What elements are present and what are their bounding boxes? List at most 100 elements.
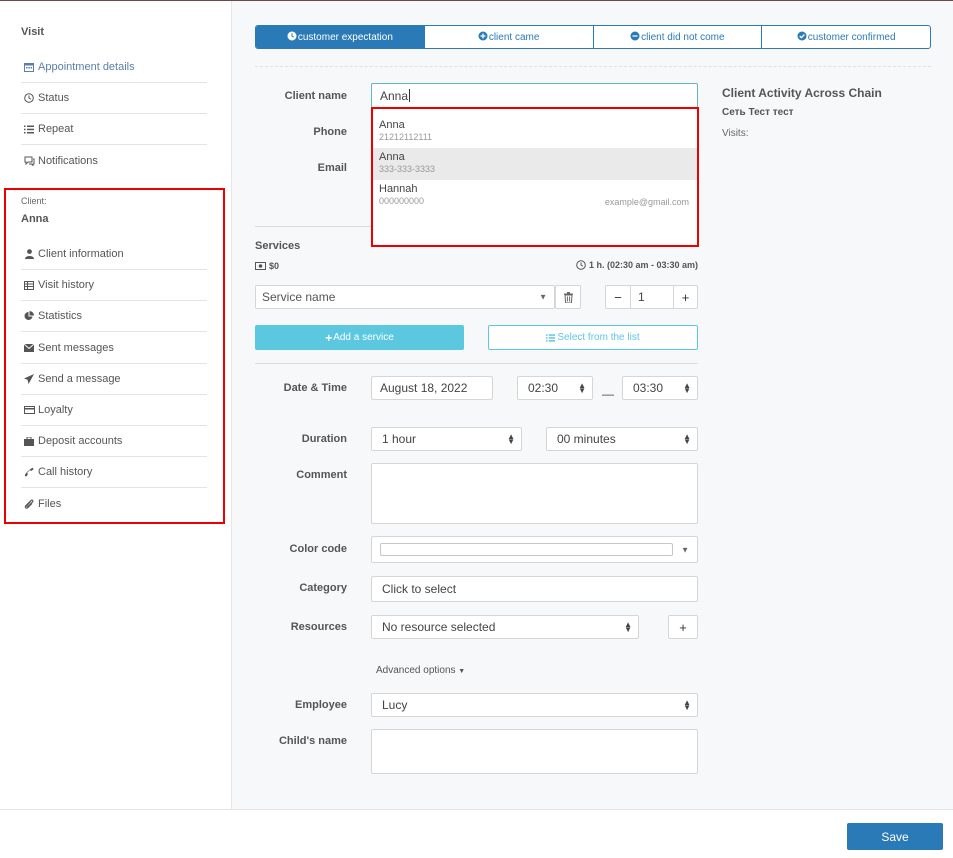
comment-label: Comment (296, 469, 347, 481)
suggestion-item[interactable]: Anna 333-333-3333 (373, 148, 697, 180)
activity-visits: Visits: (722, 128, 749, 139)
sidebar-title: Visit (21, 26, 45, 38)
quantity-input[interactable]: 1 (630, 285, 674, 309)
sidebar-item-client-information[interactable]: Client information (21, 239, 207, 270)
time-end-select[interactable]: 03:30 ▲ ▼ (622, 376, 698, 400)
time-separator: — (602, 387, 614, 401)
category-select[interactable]: Click to select (371, 576, 698, 602)
child-name-label: Child's name (278, 735, 347, 747)
sidebar-item-appointment-details[interactable]: Appointment details (21, 52, 207, 83)
clock-icon (287, 31, 297, 44)
sidebar-item-label: Notifications (38, 154, 98, 167)
datetime-label: Date & Time (283, 382, 347, 394)
sidebar-item-send-message[interactable]: Send a message (21, 364, 207, 395)
select-arrows-icon: ▲ ▼ (507, 432, 515, 446)
resources-value: No resource selected (382, 620, 496, 634)
quantity-decrease-button[interactable]: − (605, 285, 631, 309)
select-arrows-icon: ▲ ▼ (683, 432, 691, 446)
duration-hours-value: 1 hour (382, 432, 417, 446)
category-label: Category (299, 582, 347, 594)
plus-icon: + (679, 619, 687, 635)
tab-label: client did not come (641, 31, 725, 43)
sidebar-item-sent-messages[interactable]: Sent messages (21, 333, 207, 364)
delete-service-button[interactable] (555, 285, 581, 309)
color-code-label: Color code (289, 543, 347, 555)
client-name: Anna (21, 213, 49, 225)
advanced-options-label: Advanced options (376, 665, 456, 676)
duration-minutes-select[interactable]: 00 minutes ▲ ▼ (546, 427, 698, 451)
tab-customer-confirmed[interactable]: customer confirmed (762, 26, 930, 48)
date-input[interactable]: August 18, 2022 (371, 376, 493, 400)
clock-icon (21, 93, 37, 103)
add-resource-button[interactable]: + (668, 615, 698, 639)
client-name-label: Client name (284, 90, 347, 102)
time-start-value: 02:30 (528, 381, 559, 395)
plus-icon: + (681, 289, 690, 305)
sidebar-item-label: Send a message (38, 373, 121, 385)
resources-select[interactable]: No resource selected ▲ ▼ (371, 615, 639, 639)
list-icon (21, 125, 37, 134)
select-arrows-icon: ▲ ▼ (683, 381, 691, 395)
select-arrows-icon: ▲ ▼ (578, 381, 586, 395)
money-icon (255, 262, 266, 270)
sidebar-item-visit-history[interactable]: Visit history (21, 270, 207, 301)
sidebar-item-notifications[interactable]: Notifications (21, 145, 207, 176)
suggestion-item[interactable]: Hannah 000000000 example@gmail.com (373, 180, 697, 212)
chevron-down-icon: ▼ (539, 292, 547, 302)
plus-circle-icon (478, 31, 488, 44)
sidebar-item-label: Files (38, 497, 62, 510)
email-label: Email (317, 162, 347, 174)
select-from-list-button[interactable]: Select from the list (488, 325, 698, 350)
sidebar-item-call-history[interactable]: Call history (21, 457, 207, 488)
trash-icon (563, 291, 573, 303)
suggestion-item[interactable]: Anna 21212112111 (373, 116, 697, 148)
tab-label: customer confirmed (807, 31, 896, 43)
plus-icon: + (325, 330, 333, 345)
phone-icon (21, 467, 37, 477)
sidebar-item-statistics[interactable]: Statistics (21, 301, 207, 332)
suggestion-phone: 21212112111 (379, 132, 433, 142)
services-duration: 1 h. (02:30 am - 03:30 am) (576, 260, 698, 270)
user-icon (21, 249, 37, 259)
paperclip-icon (21, 499, 37, 509)
date-value: August 18, 2022 (380, 381, 468, 395)
time-end-value: 03:30 (633, 381, 664, 395)
sidebar-item-deposit-accounts[interactable]: Deposit accounts (21, 426, 207, 457)
client-name-input[interactable]: Anna (371, 83, 698, 108)
quantity-value: 1 (638, 290, 645, 304)
advanced-options-toggle[interactable]: Advanced options ▼ (376, 665, 465, 676)
comment-textarea[interactable] (371, 463, 698, 524)
quantity-increase-button[interactable]: + (673, 285, 698, 309)
suggestion-name: Hannah (379, 183, 418, 195)
employee-value: Lucy (382, 698, 408, 712)
divider (255, 66, 931, 67)
duration-value: 1 h. (02:30 am - 03:30 am) (588, 260, 698, 270)
duration-hours-select[interactable]: 1 hour ▲ ▼ (371, 427, 522, 451)
sidebar-item-label: Deposit accounts (38, 435, 123, 447)
divider (255, 363, 698, 364)
sidebar-item-files[interactable]: Files (21, 488, 207, 519)
add-service-button[interactable]: + Add a service (255, 325, 464, 350)
table-icon (21, 280, 37, 290)
tab-client-did-not-come[interactable]: client did not come (594, 26, 763, 48)
service-name-placeholder: Service name (262, 290, 336, 304)
sidebar-item-loyalty[interactable]: Loyalty (21, 395, 207, 426)
sidebar-item-repeat[interactable]: Repeat (21, 114, 207, 145)
envelope-icon (21, 344, 37, 352)
client-suggestions-dropdown: Anna 21212112111 Anna 333-333-3333 Hanna… (371, 107, 699, 247)
sidebar-item-label: Call history (38, 466, 93, 478)
chat-icon (21, 156, 37, 166)
child-name-textarea[interactable] (371, 729, 698, 774)
sidebar-item-status[interactable]: Status (21, 83, 207, 114)
sidebar-item-label: Sent messages (38, 342, 114, 354)
phone-label: Phone (313, 126, 347, 138)
time-start-select[interactable]: 02:30 ▲ ▼ (517, 376, 593, 400)
client-label: Client: (21, 196, 47, 206)
service-name-select[interactable]: Service name ▼ (255, 285, 555, 309)
status-tabs: customer expectation client came client … (255, 25, 931, 49)
tab-client-came[interactable]: client came (425, 26, 594, 48)
list-icon (546, 333, 556, 342)
save-button[interactable]: Save (847, 823, 943, 850)
employee-select[interactable]: Lucy ▲ ▼ (371, 693, 698, 717)
tab-customer-expectation[interactable]: customer expectation (256, 26, 425, 48)
